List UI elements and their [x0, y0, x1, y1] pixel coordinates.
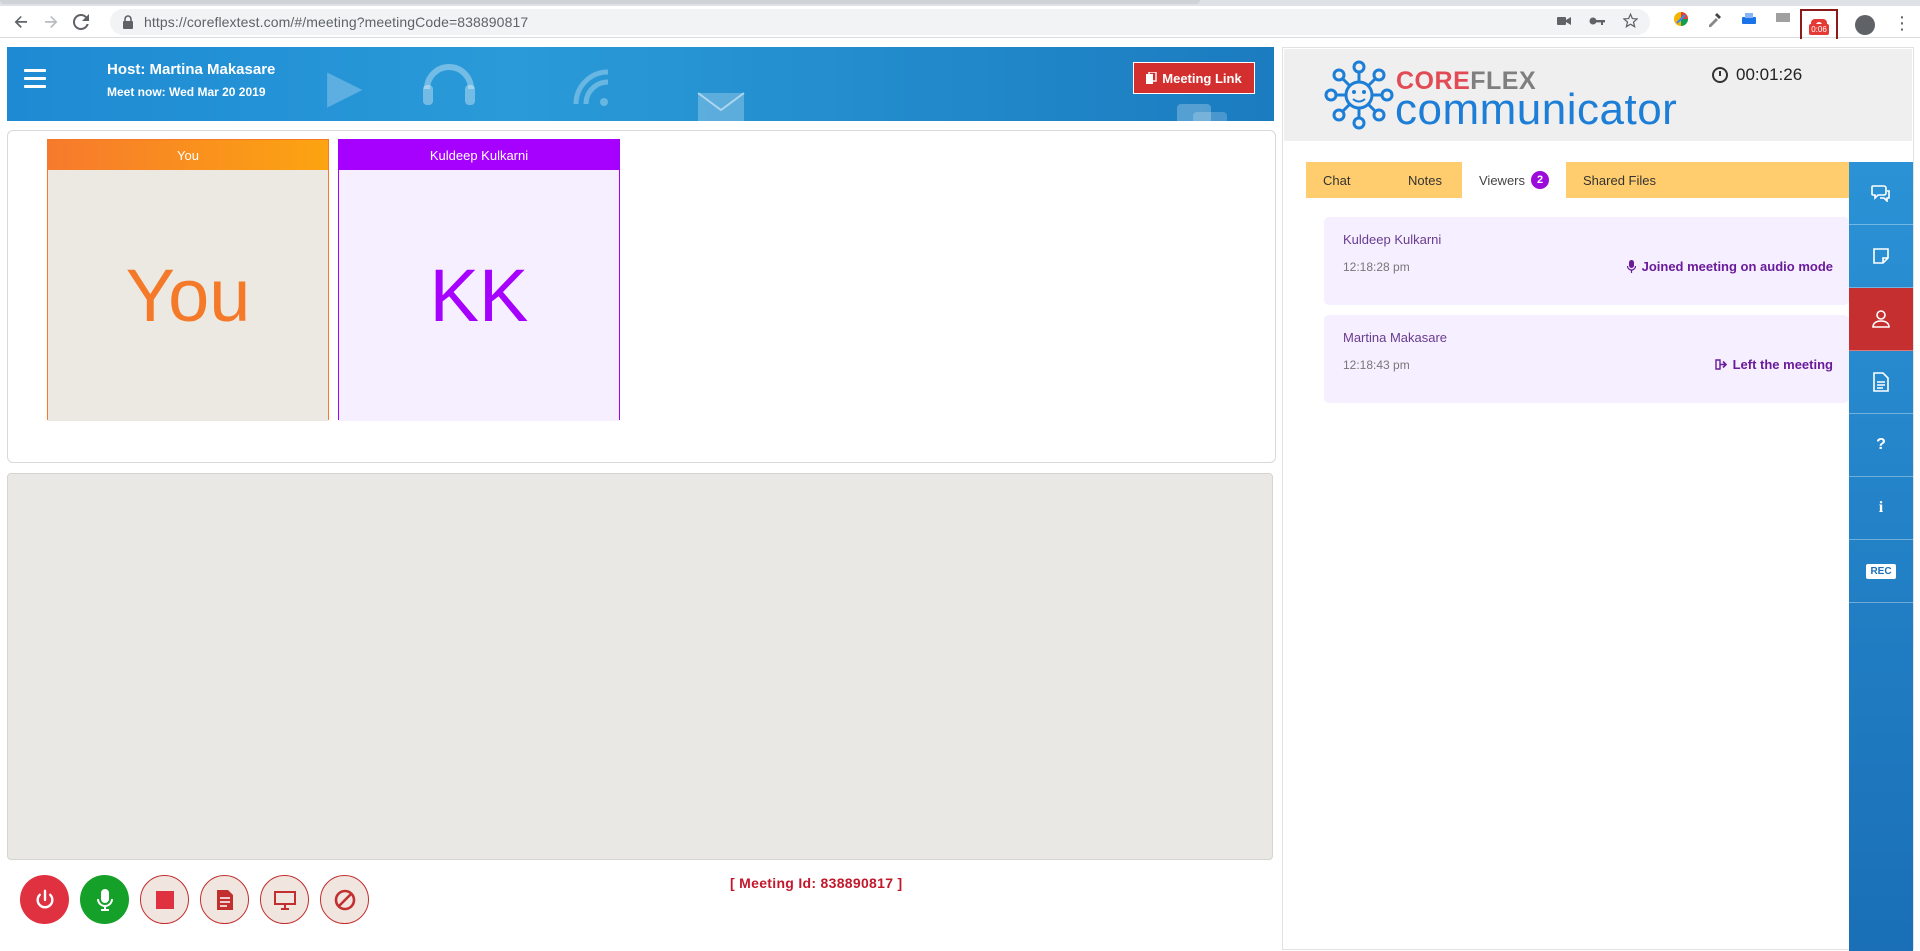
file-icon — [1873, 372, 1889, 392]
recorder-ext-icon[interactable]: 0:06 — [1800, 9, 1838, 41]
browser-toolbar: https://coreflextest.com/#/meeting?meeti… — [0, 6, 1920, 41]
call-timer: 00:01:26 — [1712, 65, 1802, 85]
document-button[interactable] — [200, 875, 249, 924]
viewer-time: 12:18:28 pm — [1343, 260, 1410, 274]
play-icon: ▶ — [327, 60, 363, 112]
viewers-count-badge: 2 — [1531, 171, 1550, 189]
leave-button[interactable] — [20, 875, 69, 924]
meeting-controls — [20, 875, 369, 924]
tab-strip — [0, 0, 1200, 4]
monitor-icon — [273, 890, 296, 910]
color-picker-ext-icon[interactable] — [1672, 10, 1690, 28]
printer-ext-icon[interactable] — [1740, 10, 1758, 28]
viewer-list: Kuldeep Kulkarni 12:18:28 pm Joined meet… — [1324, 217, 1849, 413]
sticky-note-icon — [1873, 248, 1889, 264]
rec-label: REC — [1866, 563, 1896, 579]
viewer-name: Martina Makasare — [1343, 330, 1448, 345]
screen-share-button[interactable] — [260, 875, 309, 924]
key-icon[interactable] — [1589, 13, 1605, 31]
url-text: https://coreflextest.com/#/meeting?meeti… — [144, 14, 529, 30]
back-icon[interactable] — [6, 7, 36, 37]
notes-rail-button[interactable] — [1849, 225, 1913, 288]
tab-viewers[interactable]: Viewers 2 — [1462, 162, 1567, 198]
brand-header: COREFLEX communicator 00:01:26 — [1284, 49, 1912, 141]
address-bar[interactable]: https://coreflextest.com/#/meeting?meeti… — [110, 9, 1650, 35]
envelope-icon — [697, 81, 745, 121]
brand-communicator: communicator — [1395, 85, 1678, 134]
viewer-time: 12:18:43 pm — [1343, 358, 1410, 372]
microphone-icon — [1626, 260, 1636, 273]
chat-bubbles-icon — [1177, 91, 1229, 121]
viewer-name: Kuldeep Kulkarni — [1343, 232, 1442, 247]
participant-initials: KK — [339, 170, 619, 421]
forward-icon[interactable] — [36, 7, 66, 37]
browser-menu-icon[interactable]: ⋮ — [1893, 14, 1911, 32]
chat-rail-button[interactable] — [1849, 162, 1913, 225]
document-icon — [216, 889, 233, 910]
block-icon — [334, 889, 355, 910]
stop-icon — [155, 890, 174, 909]
participant-name: You — [48, 140, 328, 170]
copy-icon — [1146, 72, 1157, 84]
tab-chat[interactable]: Chat — [1306, 162, 1386, 198]
grey-ext-icon[interactable] — [1774, 10, 1792, 28]
record-rail-button[interactable]: REC — [1849, 540, 1913, 603]
side-rail: ? i REC — [1849, 162, 1913, 951]
coreflex-logo-icon — [1323, 59, 1395, 131]
eyedropper-ext-icon[interactable] — [1706, 10, 1724, 28]
viewers-rail-button[interactable] — [1849, 288, 1913, 351]
meeting-link-button[interactable]: Meeting Link — [1133, 62, 1255, 94]
meeting-id: [ Meeting Id: 838890817 ] — [730, 875, 903, 891]
meeting-link-label: Meeting Link — [1162, 70, 1242, 86]
tab-shared-files[interactable]: Shared Files — [1566, 162, 1673, 198]
power-icon — [36, 889, 53, 908]
help-rail-button[interactable]: ? — [1849, 414, 1913, 477]
question-icon: ? — [1876, 436, 1886, 453]
wifi-icon — [572, 65, 612, 119]
side-panel: COREFLEX communicator 00:01:26 Chat Note… — [1282, 47, 1914, 951]
user-icon — [1872, 310, 1890, 328]
list-item: Kuldeep Kulkarni 12:18:28 pm Joined meet… — [1324, 217, 1849, 305]
sign-out-icon — [1714, 359, 1727, 370]
recorder-badge: 0:06 — [1809, 24, 1829, 35]
block-button[interactable] — [320, 875, 369, 924]
viewer-status: Left the meeting — [1714, 357, 1833, 372]
clock-icon — [1712, 67, 1728, 83]
participant-initials: You — [48, 170, 328, 421]
participant-name: Kuldeep Kulkarni — [339, 140, 619, 170]
meeting-app: ▶ Host: Martina Makasare Meet now: Wed M… — [0, 39, 1920, 951]
list-item: Martina Makasare 12:18:43 pm Left the me… — [1324, 315, 1849, 403]
participant-tile-you[interactable]: You You — [47, 139, 329, 421]
participant-tiles: You You Kuldeep Kulkarni KK — [7, 130, 1276, 463]
microphone-button[interactable] — [80, 875, 129, 924]
tab-viewers-label: Viewers — [1479, 172, 1526, 188]
panel-tabs: Chat Notes Viewers 2 Shared Files — [1306, 162, 1849, 198]
lock-icon — [122, 15, 136, 29]
profile-avatar-icon[interactable] — [1855, 15, 1875, 35]
meeting-main: ▶ Host: Martina Makasare Meet now: Wed M… — [0, 39, 1280, 950]
menu-icon[interactable] — [24, 69, 46, 93]
tab-notes[interactable]: Notes — [1386, 162, 1462, 198]
meeting-date: Meet now: Wed Mar 20 2019 — [107, 85, 266, 99]
timer-value: 00:01:26 — [1736, 65, 1803, 84]
screen-share-area — [7, 473, 1273, 860]
meeting-header: ▶ Host: Martina Makasare Meet now: Wed M… — [7, 47, 1274, 121]
stop-button[interactable] — [140, 875, 189, 924]
comments-icon — [1871, 185, 1890, 202]
info-icon: i — [1878, 499, 1884, 516]
viewer-status: Joined meeting on audio mode — [1626, 259, 1833, 274]
info-rail-button[interactable]: i — [1849, 477, 1913, 540]
headset-icon — [417, 53, 481, 121]
camera-icon[interactable] — [1557, 13, 1571, 31]
host-title: Host: Martina Makasare — [107, 61, 276, 78]
star-icon[interactable] — [1622, 12, 1639, 31]
participant-tile-kk[interactable]: Kuldeep Kulkarni KK — [338, 139, 620, 421]
files-rail-button[interactable] — [1849, 351, 1913, 414]
microphone-icon — [96, 888, 113, 911]
reload-icon[interactable] — [66, 7, 96, 37]
